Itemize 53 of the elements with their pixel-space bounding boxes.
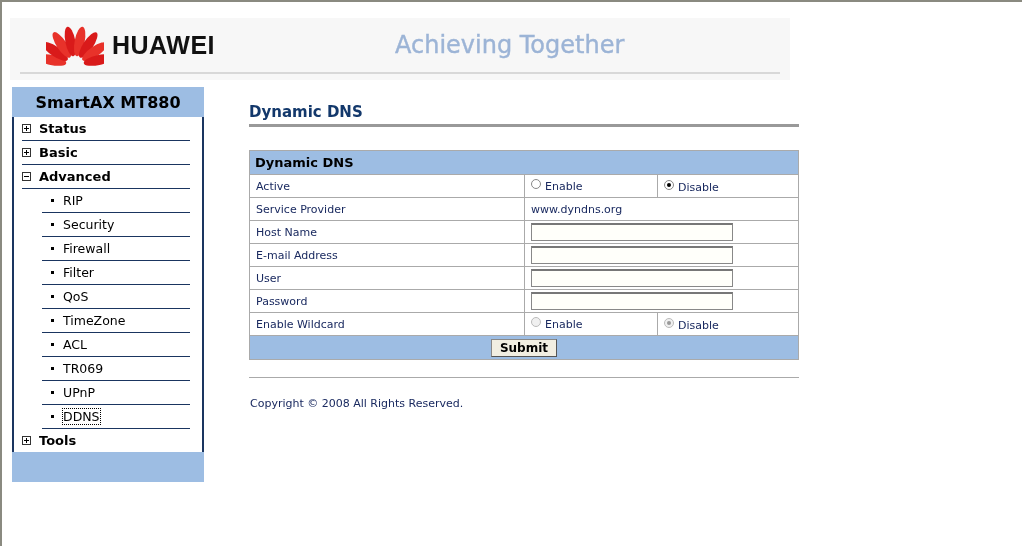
input-field[interactable] — [531, 269, 733, 287]
brand-name: HUAWEI — [112, 30, 215, 60]
bullet-icon — [51, 271, 54, 274]
field-label: Enable Wildcard — [249, 312, 525, 336]
menu-item[interactable]: Status — [39, 121, 87, 136]
radio-label: Disable — [678, 181, 719, 194]
bullet-icon — [51, 391, 54, 394]
bullet-icon — [51, 367, 54, 370]
table-header: Dynamic DNS — [249, 150, 799, 175]
radio-button[interactable] — [664, 179, 674, 190]
bullet-icon — [51, 247, 54, 250]
field-value: www.dyndns.org — [524, 197, 799, 221]
expand-icon[interactable] — [22, 148, 31, 157]
field-label: Password — [249, 289, 525, 313]
bullet-icon — [51, 295, 54, 298]
radio-label: Enable — [545, 318, 583, 332]
sidebar-title: SmartAX MT880 — [12, 87, 204, 117]
bullet-icon — [51, 415, 54, 418]
menu-item[interactable]: Advanced — [39, 169, 111, 184]
field-label: User — [249, 266, 525, 290]
input-field[interactable] — [531, 223, 733, 241]
submenu-item[interactable]: ACL — [63, 337, 88, 352]
bullet-icon — [51, 319, 54, 322]
submit-button[interactable]: Submit — [490, 338, 558, 357]
submenu-item[interactable]: TR069 — [63, 361, 104, 376]
field-label: Host Name — [249, 220, 525, 244]
radio-label: Enable — [545, 180, 583, 194]
radio-button[interactable] — [531, 178, 541, 189]
bullet-icon — [51, 343, 54, 346]
field-label: Active — [249, 174, 525, 198]
bullet-icon — [51, 199, 54, 202]
field-label: Service Provider — [249, 197, 525, 221]
submenu-item[interactable]: QoS — [63, 289, 89, 304]
page-title: Dynamic DNS — [249, 103, 799, 127]
field-label: E-mail Address — [249, 243, 525, 267]
input-field[interactable] — [531, 246, 733, 264]
input-field[interactable] — [531, 292, 733, 310]
expand-icon[interactable] — [22, 436, 31, 445]
submenu-item[interactable]: Filter — [63, 265, 94, 280]
submenu-item[interactable]: DDNS — [63, 409, 100, 424]
submenu-item[interactable]: UPnP — [63, 385, 95, 400]
copyright-text: Copyright © 2008 All Rights Reserved. — [250, 397, 465, 410]
tagline: Achieving Together — [395, 31, 625, 59]
menu-item[interactable]: Basic — [39, 145, 78, 160]
submenu-item[interactable]: TimeZone — [63, 313, 126, 328]
menu-item[interactable]: Tools — [39, 433, 77, 448]
submenu-item[interactable]: Firewall — [63, 241, 111, 256]
expand-icon[interactable] — [22, 124, 31, 133]
submenu-item[interactable]: Security — [63, 217, 115, 232]
bullet-icon — [51, 223, 54, 226]
submenu-item[interactable]: RIP — [63, 193, 83, 208]
collapse-icon[interactable] — [22, 172, 31, 181]
radio-label: Disable — [678, 319, 719, 332]
